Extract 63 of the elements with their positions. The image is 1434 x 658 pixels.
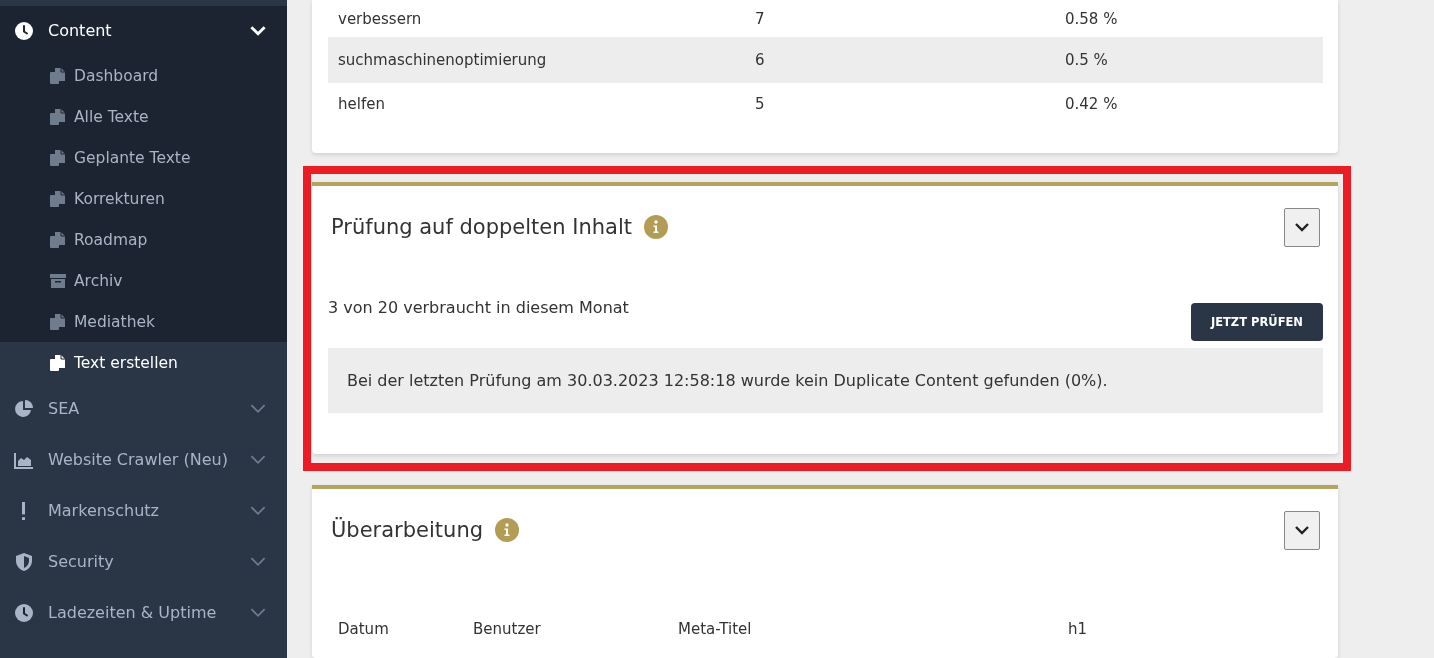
info-icon[interactable] bbox=[644, 215, 668, 239]
chevron-down-icon bbox=[249, 25, 267, 36]
sidebar-item[interactable]: Archiv bbox=[0, 260, 287, 301]
table-cell-text: verbessern bbox=[338, 9, 423, 28]
sidebar-group-label: Markenschutz bbox=[48, 501, 160, 520]
collapse-toggle-button[interactable] bbox=[1284, 207, 1320, 247]
info-icon[interactable] bbox=[495, 518, 520, 542]
chevron-down-icon bbox=[249, 607, 267, 618]
chevron-down-icon bbox=[249, 403, 267, 414]
pie-chart-icon bbox=[14, 398, 34, 419]
table-cell: 0.5 % bbox=[1065, 51, 1108, 69]
documents-icon bbox=[49, 230, 67, 249]
column-header: Datum bbox=[338, 620, 390, 638]
table-cell-text: 5 bbox=[755, 94, 766, 113]
sidebar-item[interactable]: Dashboard bbox=[0, 55, 287, 96]
chevron-down-icon bbox=[249, 556, 267, 567]
documents-icon bbox=[49, 107, 67, 126]
documents-icon bbox=[49, 148, 67, 167]
exclamation-icon bbox=[22, 501, 25, 520]
sidebar-item[interactable]: Mediathek bbox=[0, 301, 287, 342]
documents-icon bbox=[49, 312, 67, 331]
sidebar-group-label: Security bbox=[48, 552, 115, 571]
sidebar-item[interactable]: Alle Texte bbox=[0, 96, 287, 137]
column-header: h1 bbox=[1068, 620, 1088, 638]
documents-icon bbox=[49, 353, 67, 372]
sidebar-item[interactable]: Text erstellen bbox=[0, 342, 287, 383]
documents-icon bbox=[49, 66, 67, 85]
result-message: Bei der letzten Prüfung am 30.03.2023 12:58:18 wurde kein Duplicate Content gefunden (0%). bbox=[328, 348, 1323, 413]
card-title: Überarbeitung bbox=[331, 518, 484, 542]
usage-text: 3 von 20 verbraucht in diesem Monat bbox=[328, 298, 629, 317]
documents-icon bbox=[49, 189, 67, 208]
table-cell-text: helfen bbox=[338, 94, 386, 113]
chevron-down-icon bbox=[1294, 222, 1310, 232]
clock-icon bbox=[14, 602, 34, 623]
column-header: Meta-Titel bbox=[678, 620, 753, 638]
sidebar-group[interactable]: Website Crawler (Neu) bbox=[0, 434, 287, 485]
table-cell: 0.58 % bbox=[1065, 9, 1118, 28]
clock-icon bbox=[14, 20, 34, 41]
chevron-down-icon bbox=[249, 505, 267, 516]
table-cell-text: 7 bbox=[755, 9, 766, 28]
sidebar-item[interactable]: Geplante Texte bbox=[0, 137, 287, 178]
sidebar-group[interactable]: Markenschutz bbox=[0, 485, 287, 536]
sidebar-group-label: Website Crawler (Neu) bbox=[48, 450, 229, 469]
table-cell-text: suchmaschinenoptimierung bbox=[338, 51, 548, 69]
chevron-down-icon bbox=[249, 454, 267, 465]
sidebar-group-label: Ladezeiten & Uptime bbox=[48, 603, 218, 622]
chevron-down-icon bbox=[1294, 525, 1310, 535]
sidebar-group-label: Content bbox=[48, 21, 113, 40]
sidebar-group-label: SEA bbox=[48, 399, 81, 418]
check-now-button[interactable]: JETZT PRÜFEN bbox=[1190, 303, 1323, 341]
sidebar-item[interactable]: Korrekturen bbox=[0, 178, 287, 219]
archive-box-icon bbox=[49, 271, 67, 290]
card-title: Prüfung auf doppelten Inhalt bbox=[331, 215, 632, 239]
column-header: Benutzer bbox=[473, 620, 542, 638]
table-cell: 0.42 % bbox=[1065, 94, 1118, 113]
shield-icon bbox=[14, 551, 34, 572]
table-cell-text: 6 bbox=[755, 51, 766, 69]
sidebar-item[interactable]: Roadmap bbox=[0, 219, 287, 260]
collapse-toggle-button[interactable] bbox=[1284, 510, 1320, 550]
sidebar-group[interactable]: Security bbox=[0, 536, 287, 587]
sidebar-group[interactable]: SEA bbox=[0, 383, 287, 434]
sidebar-group[interactable]: Ladezeiten & Uptime bbox=[0, 587, 287, 638]
sidebar-group[interactable]: Content bbox=[0, 6, 287, 55]
